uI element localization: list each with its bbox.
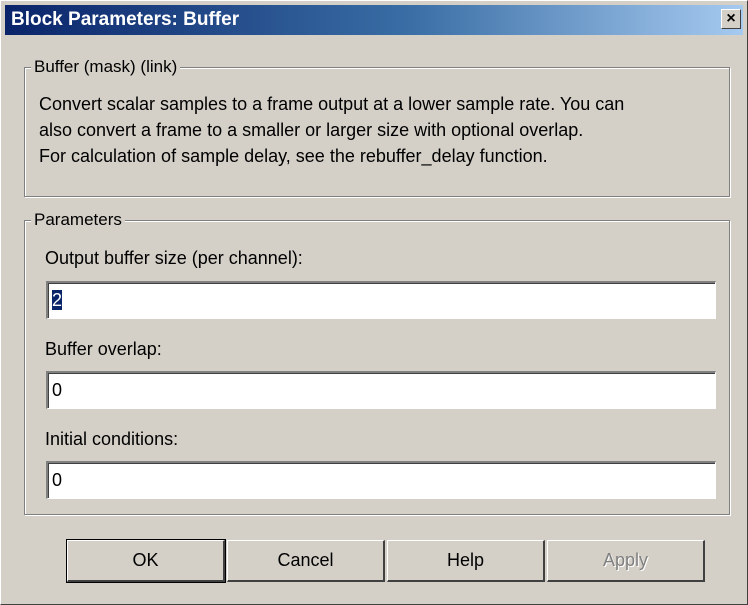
initial-conditions-value: 0	[52, 470, 63, 490]
block-parameters-dialog: Block Parameters: Buffer × Buffer (mask)…	[0, 0, 748, 605]
buffer-overlap-input[interactable]: 0	[46, 371, 716, 409]
title-bar[interactable]: Block Parameters: Buffer ×	[5, 5, 743, 35]
close-icon[interactable]: ×	[721, 9, 741, 29]
description-line: Convert scalar samples to a frame output…	[39, 94, 625, 114]
buffer-overlap-label: Buffer overlap:	[45, 339, 162, 359]
description-line: For calculation of sample delay, see the…	[39, 146, 548, 166]
buffer-overlap-value: 0	[52, 380, 63, 400]
apply-button[interactable]: Apply	[547, 540, 705, 582]
initial-conditions-input[interactable]: 0	[46, 461, 716, 499]
output-buffer-size-input[interactable]: 2	[46, 281, 716, 319]
initial-conditions-label: Initial conditions:	[45, 429, 179, 449]
parameters-group-label: Parameters	[31, 210, 125, 230]
window-title: Block Parameters: Buffer	[11, 9, 240, 30]
parameters-group: Parameters Output buffer size (per chann…	[24, 210, 730, 515]
output-buffer-size-label: Output buffer size (per channel):	[45, 248, 303, 268]
description-line: also convert a frame to a smaller or lar…	[39, 120, 584, 140]
cancel-button[interactable]: Cancel	[227, 540, 385, 582]
ok-button[interactable]: OK	[66, 539, 226, 583]
help-button[interactable]: Help	[387, 540, 545, 582]
mask-description-group: Buffer (mask) (link) Convert scalar samp…	[24, 57, 730, 197]
mask-group-label: Buffer (mask) (link)	[31, 57, 181, 77]
output-buffer-size-value: 2	[52, 290, 63, 310]
mask-description: Convert scalar samples to a frame output…	[39, 91, 739, 169]
